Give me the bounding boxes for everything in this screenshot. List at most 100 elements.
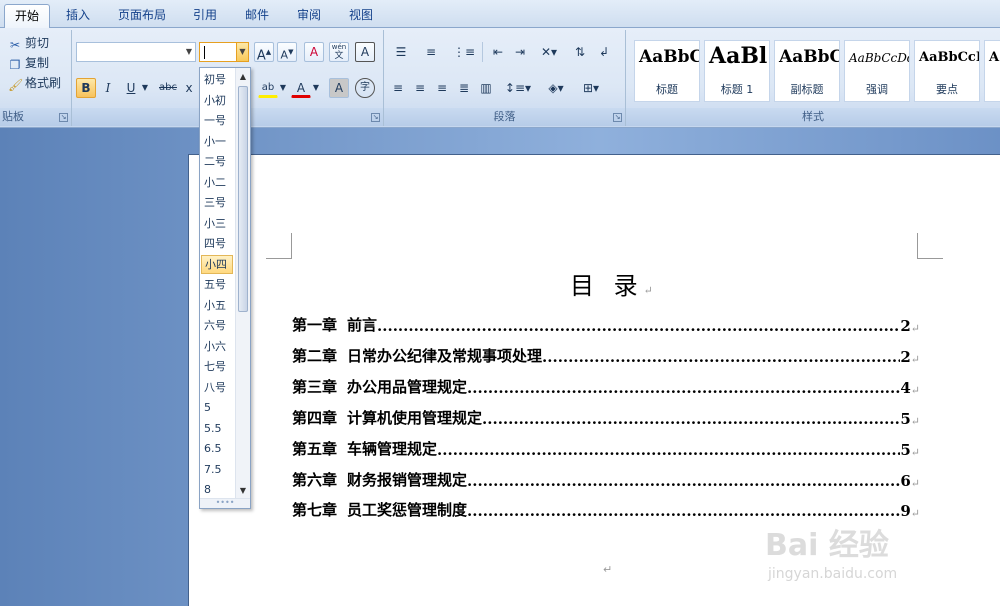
margin-corner-top-right (917, 233, 943, 259)
format-painter-label: 格式刷 (25, 76, 62, 90)
font-size-option[interactable]: 7.5 (201, 460, 233, 479)
style-name: 副标题 (790, 83, 824, 96)
style-heading-1[interactable]: AaBl 标题 1 (704, 40, 770, 102)
tab-view[interactable]: 视图 (339, 4, 383, 28)
numbering-button[interactable]: ≡ (418, 42, 444, 62)
grow-font-button[interactable]: A▲ (254, 42, 274, 63)
format-painter-button[interactable]: 🖌 格式刷 (8, 74, 61, 92)
chevron-down-icon[interactable]: ▼ (236, 43, 248, 61)
font-size-option[interactable]: 小三 (201, 214, 233, 233)
chinese-layout-button[interactable]: ✕▾ (534, 42, 564, 62)
scrollbar-thumb[interactable] (238, 86, 248, 312)
toc-page: 5 (900, 441, 911, 459)
style-strong[interactable]: AaBbCcD 要点 (914, 40, 980, 102)
style-more[interactable]: A (984, 40, 1000, 102)
tab-page-layout[interactable]: 页面布局 (108, 4, 176, 28)
toc-entry[interactable]: 第七章 员工奖惩管理制度 ...........................… (292, 500, 920, 520)
font-size-option[interactable]: 七号 (201, 357, 233, 376)
tab-mailings[interactable]: 邮件 (235, 4, 279, 28)
font-size-option[interactable]: 6.5 (201, 439, 233, 458)
font-name-combo[interactable]: ▼ (76, 42, 196, 62)
align-right-button[interactable]: ≡ (432, 78, 452, 98)
resize-grip-icon[interactable]: •••• (200, 498, 250, 508)
font-size-option[interactable]: 二号 (201, 152, 233, 171)
paragraph-launcher-icon[interactable]: ↘ (613, 113, 622, 122)
clipboard-launcher-icon[interactable]: ↘ (59, 113, 68, 122)
font-size-option[interactable]: 三号 (201, 193, 233, 212)
font-size-option[interactable]: 5 (201, 398, 233, 417)
font-size-option[interactable]: 五号 (201, 275, 233, 294)
tab-home[interactable]: 开始 (4, 4, 51, 28)
bold-button[interactable]: B (76, 78, 96, 98)
brush-icon: 🖌 (8, 78, 24, 92)
justify-button[interactable]: ≣ (454, 78, 474, 98)
font-size-option[interactable]: 小二 (201, 173, 233, 192)
font-size-option-selected[interactable]: 小四 (201, 255, 233, 274)
borders-button[interactable]: ⊞▾ (576, 78, 606, 98)
font-size-option[interactable]: 四号 (201, 234, 233, 253)
cut-button[interactable]: ✂ 剪切 (8, 34, 49, 52)
italic-button[interactable]: I (98, 78, 118, 98)
copy-button[interactable]: ❐ 复制 (8, 54, 49, 72)
font-size-option[interactable]: 小五 (201, 296, 233, 315)
highlight-button[interactable]: ab (258, 78, 278, 98)
shrink-font-button[interactable]: A▼ (277, 42, 297, 62)
scroll-down-arrow-icon[interactable]: ▼ (236, 484, 250, 498)
highlight-options-button[interactable]: ▼ (278, 78, 288, 98)
multilevel-list-button[interactable]: ⋮≡ (450, 42, 478, 62)
sort-button[interactable]: ⇅ (570, 42, 590, 62)
font-color-button[interactable]: A (291, 78, 311, 98)
toc-entry[interactable]: 第四章 计算机使用管理规定 ..........................… (292, 408, 920, 428)
font-color-options-button[interactable]: ▼ (311, 78, 321, 98)
decrease-indent-button[interactable]: ⇤ (488, 42, 508, 62)
clear-format-button[interactable]: A (304, 42, 324, 62)
document-title[interactable]: 目 录↵ (570, 266, 659, 301)
underline-button[interactable]: U (121, 78, 141, 98)
tab-review[interactable]: 审阅 (287, 4, 331, 28)
font-size-dropdown[interactable]: 初号 小初 一号 小一 二号 小二 三号 小三 四号 小四 五号 小五 六号 小… (199, 67, 251, 509)
subscript-button[interactable]: x (182, 78, 196, 98)
line-spacing-button[interactable]: ↕≡▾ (502, 78, 534, 98)
show-marks-button[interactable]: ↲ (594, 42, 614, 62)
tab-insert[interactable]: 插入 (56, 4, 100, 28)
strikethrough-button[interactable]: abc (156, 78, 180, 98)
font-size-option[interactable]: 一号 (201, 111, 233, 130)
font-size-option[interactable]: 5.5 (201, 419, 233, 438)
font-size-option[interactable]: 小六 (201, 337, 233, 356)
align-left-button[interactable]: ≡ (388, 78, 408, 98)
phonetic-guide-button[interactable]: wén 文 (329, 42, 349, 62)
font-size-option[interactable]: 初号 (201, 70, 233, 89)
style-emphasis[interactable]: AaBbCcDd 强调 (844, 40, 910, 102)
font-size-option[interactable]: 小一 (201, 132, 233, 151)
tab-references[interactable]: 引用 (183, 4, 227, 28)
chevron-down-icon[interactable]: ▼ (183, 43, 195, 61)
dropdown-scrollbar[interactable]: ▲ ▼ (235, 68, 250, 500)
bullets-button[interactable]: ☰ (388, 42, 414, 62)
align-left-icon: ≡ (392, 81, 404, 95)
toc-entry[interactable]: 第三章 办公用品管理规定 ...........................… (292, 377, 920, 397)
font-size-option[interactable]: 8 (201, 480, 233, 499)
distributed-button[interactable]: ▥ (476, 78, 496, 98)
toc-entry[interactable]: 第五章 车辆管理规定 .............................… (292, 439, 920, 459)
shrink-font-icon: A (280, 48, 289, 62)
clear-format-icon: A (309, 45, 319, 59)
shading-fill-button[interactable]: ◈▾ (540, 78, 572, 98)
underline-options-button[interactable]: ▼ (140, 78, 150, 98)
font-size-option[interactable]: 六号 (201, 316, 233, 335)
toc-entry[interactable]: 第一章 前言 .................................… (292, 315, 920, 335)
increase-indent-button[interactable]: ⇥ (510, 42, 530, 62)
style-sample: AaBbC (639, 47, 700, 67)
font-launcher-icon[interactable]: ↘ (371, 113, 380, 122)
scroll-up-arrow-icon[interactable]: ▲ (236, 70, 250, 84)
font-size-combo[interactable]: ▼ (199, 42, 249, 62)
toc-entry[interactable]: 第六章 财务报销管理规定 ...........................… (292, 470, 920, 490)
toc-entry[interactable]: 第二章 日常办公纪律及常规事项处理 ......................… (292, 346, 920, 366)
font-size-option[interactable]: 小初 (201, 91, 233, 110)
align-center-button[interactable]: ≡ (410, 78, 430, 98)
enclose-char-button[interactable]: 字 (355, 78, 375, 98)
char-border-button[interactable]: A (355, 42, 375, 62)
style-title[interactable]: AaBbC 标题 (634, 40, 700, 102)
font-size-option[interactable]: 八号 (201, 378, 233, 397)
char-shading-button[interactable]: A (329, 78, 349, 98)
style-subtitle[interactable]: AaBbC 副标题 (774, 40, 840, 102)
